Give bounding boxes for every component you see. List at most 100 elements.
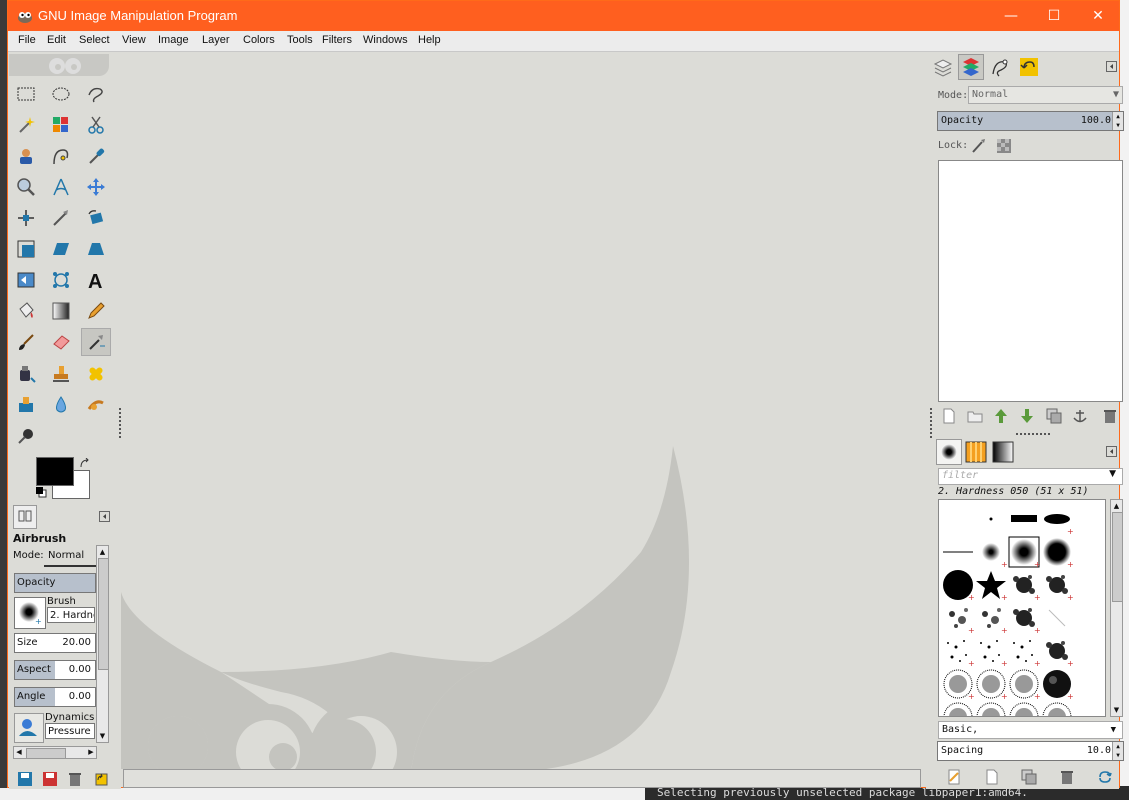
brush-thumbnail[interactable]: + [941,667,974,700]
brush-thumbnail[interactable]: + [1007,667,1040,700]
brush-thumbnail[interactable]: + [941,700,974,716]
measure-tool-icon[interactable] [46,173,76,201]
menu-edit[interactable]: Edit [47,34,66,46]
spinner-arrows-icon[interactable]: ▲ ▼ [1112,112,1123,130]
maximize-button[interactable]: ☐ [1032,1,1076,31]
menu-file[interactable]: File [18,34,36,46]
reset-options-icon[interactable] [90,769,112,789]
opacity-slider[interactable]: Opacity [14,573,96,593]
rect-select-tool-icon[interactable] [11,80,41,108]
brush-thumbnail[interactable]: + [974,700,1007,716]
dynamics-field[interactable]: Pressure [45,723,95,739]
tool-options-scrollbar[interactable]: ▲ ▼ [96,545,109,743]
dock-resize-grip[interactable] [930,408,932,438]
brush-thumbnail[interactable]: + [941,568,974,601]
patterns-tab-icon[interactable] [963,439,989,465]
foreground-color-swatch[interactable] [36,457,74,486]
flip-tool-icon[interactable] [11,266,41,294]
size-slider[interactable]: Size 20.00 [14,633,96,653]
rotate-tool-icon[interactable] [81,204,111,232]
menu-windows[interactable]: Windows [363,34,408,46]
scroll-down-icon[interactable]: ▼ [97,730,108,742]
smudge-tool-icon[interactable] [81,391,111,419]
scale-tool-icon[interactable] [11,235,41,263]
title-bar[interactable]: GNU Image Manipulation Program — ☐ ✕ [8,1,1119,31]
dock-separator-grip[interactable] [1016,433,1050,435]
scissors-select-tool-icon[interactable] [81,111,111,139]
free-select-tool-icon[interactable] [81,80,111,108]
brushes-scrollbar[interactable]: ▲ ▼ [1110,499,1123,717]
brush-spacing-spinner[interactable]: Spacing 10.0 ▲ ▼ [937,741,1124,761]
color-picker-tool-icon[interactable] [81,142,111,170]
brushes-scroll-thumb[interactable] [1112,512,1123,602]
brushes-configure-icon[interactable] [1106,446,1118,458]
clone-tool-icon[interactable] [46,360,76,388]
dodge-burn-tool-icon[interactable] [11,422,41,450]
foreground-select-tool-icon[interactable] [11,142,41,170]
channels-tab-icon[interactable] [958,54,984,80]
lock-pixels-icon[interactable] [970,138,986,154]
brush-thumbnail[interactable]: + [1040,634,1073,667]
scroll-up-icon[interactable]: ▲ [1111,500,1122,512]
menu-tools[interactable]: Tools [287,34,313,46]
tool-options-hscrollbar[interactable]: ◀ ▶ [13,746,97,759]
hscroll-thumb[interactable] [26,748,66,759]
brush-thumbnail[interactable]: + [974,535,1007,568]
bucket-fill-tool-icon[interactable] [11,297,41,325]
brush-thumbnail[interactable] [1007,502,1040,535]
layer-mode-select[interactable]: Normal ▼ [968,86,1123,104]
brush-thumbnail[interactable] [1040,601,1073,634]
scroll-right-icon[interactable]: ▶ [86,747,96,758]
delete-layer-icon[interactable] [1099,406,1121,426]
menu-image[interactable]: Image [158,34,189,46]
brush-thumbnail[interactable]: + [1040,502,1073,535]
dynamics-button[interactable] [14,713,44,743]
brush-name-field[interactable]: 2. Hardne [47,607,95,623]
refresh-brushes-icon[interactable] [1094,767,1116,787]
menu-select[interactable]: Select [79,34,110,46]
select-by-color-tool-icon[interactable] [46,111,76,139]
swap-colors-icon[interactable] [79,458,91,470]
brush-thumbnail[interactable]: + [941,634,974,667]
filter-dropdown-icon[interactable]: ▼ [1109,469,1116,479]
layers-configure-icon[interactable] [1106,61,1118,73]
gradients-tab-icon[interactable] [990,439,1016,465]
spinner-arrows-icon[interactable]: ▲ ▼ [1112,742,1123,760]
brush-thumbnail[interactable] [941,535,974,568]
new-brush-icon[interactable] [981,767,1003,787]
undo-history-tab-icon[interactable] [1016,54,1042,80]
restore-options-icon[interactable] [39,769,61,789]
lower-layer-icon[interactable] [1016,406,1038,426]
brush-thumbnail[interactable]: + [974,568,1007,601]
menu-help[interactable]: Help [418,34,441,46]
brush-thumbnail[interactable]: + [1007,634,1040,667]
eraser-tool-icon[interactable] [46,328,76,356]
raise-layer-icon[interactable] [990,406,1012,426]
brush-tag-select[interactable]: Basic, ▼ [938,721,1123,739]
brush-thumbnail[interactable]: + [1007,700,1040,716]
scroll-left-icon[interactable]: ◀ [14,747,24,758]
menu-layer[interactable]: Layer [202,34,230,46]
close-button[interactable]: ✕ [1076,1,1120,31]
scroll-thumb[interactable] [98,558,109,670]
tool-options-configure-icon[interactable] [99,511,111,523]
move-tool-icon[interactable] [81,173,111,201]
lock-alpha-icon[interactable] [996,138,1012,154]
menu-view[interactable]: View [122,34,146,46]
save-options-icon[interactable] [14,769,36,789]
layers-list[interactable] [938,160,1123,402]
blur-sharpen-tool-icon[interactable] [46,391,76,419]
brush-thumbnail[interactable]: + [1040,568,1073,601]
ink-tool-icon[interactable] [11,360,41,388]
crop-tool-icon[interactable] [46,204,76,232]
cage-transform-tool-icon[interactable] [46,266,76,294]
brush-thumbnail[interactable]: + [941,601,974,634]
shear-tool-icon[interactable] [46,235,76,263]
angle-slider[interactable]: Angle 0.00 [14,687,96,707]
edit-brush-icon[interactable] [943,767,965,787]
wilber-drop-area[interactable] [9,54,109,76]
empty-image-canvas[interactable] [121,52,921,800]
brush-thumbnail[interactable]: + [974,601,1007,634]
brush-thumbnail[interactable]: + [1007,601,1040,634]
tool-options-tab[interactable] [13,505,37,529]
